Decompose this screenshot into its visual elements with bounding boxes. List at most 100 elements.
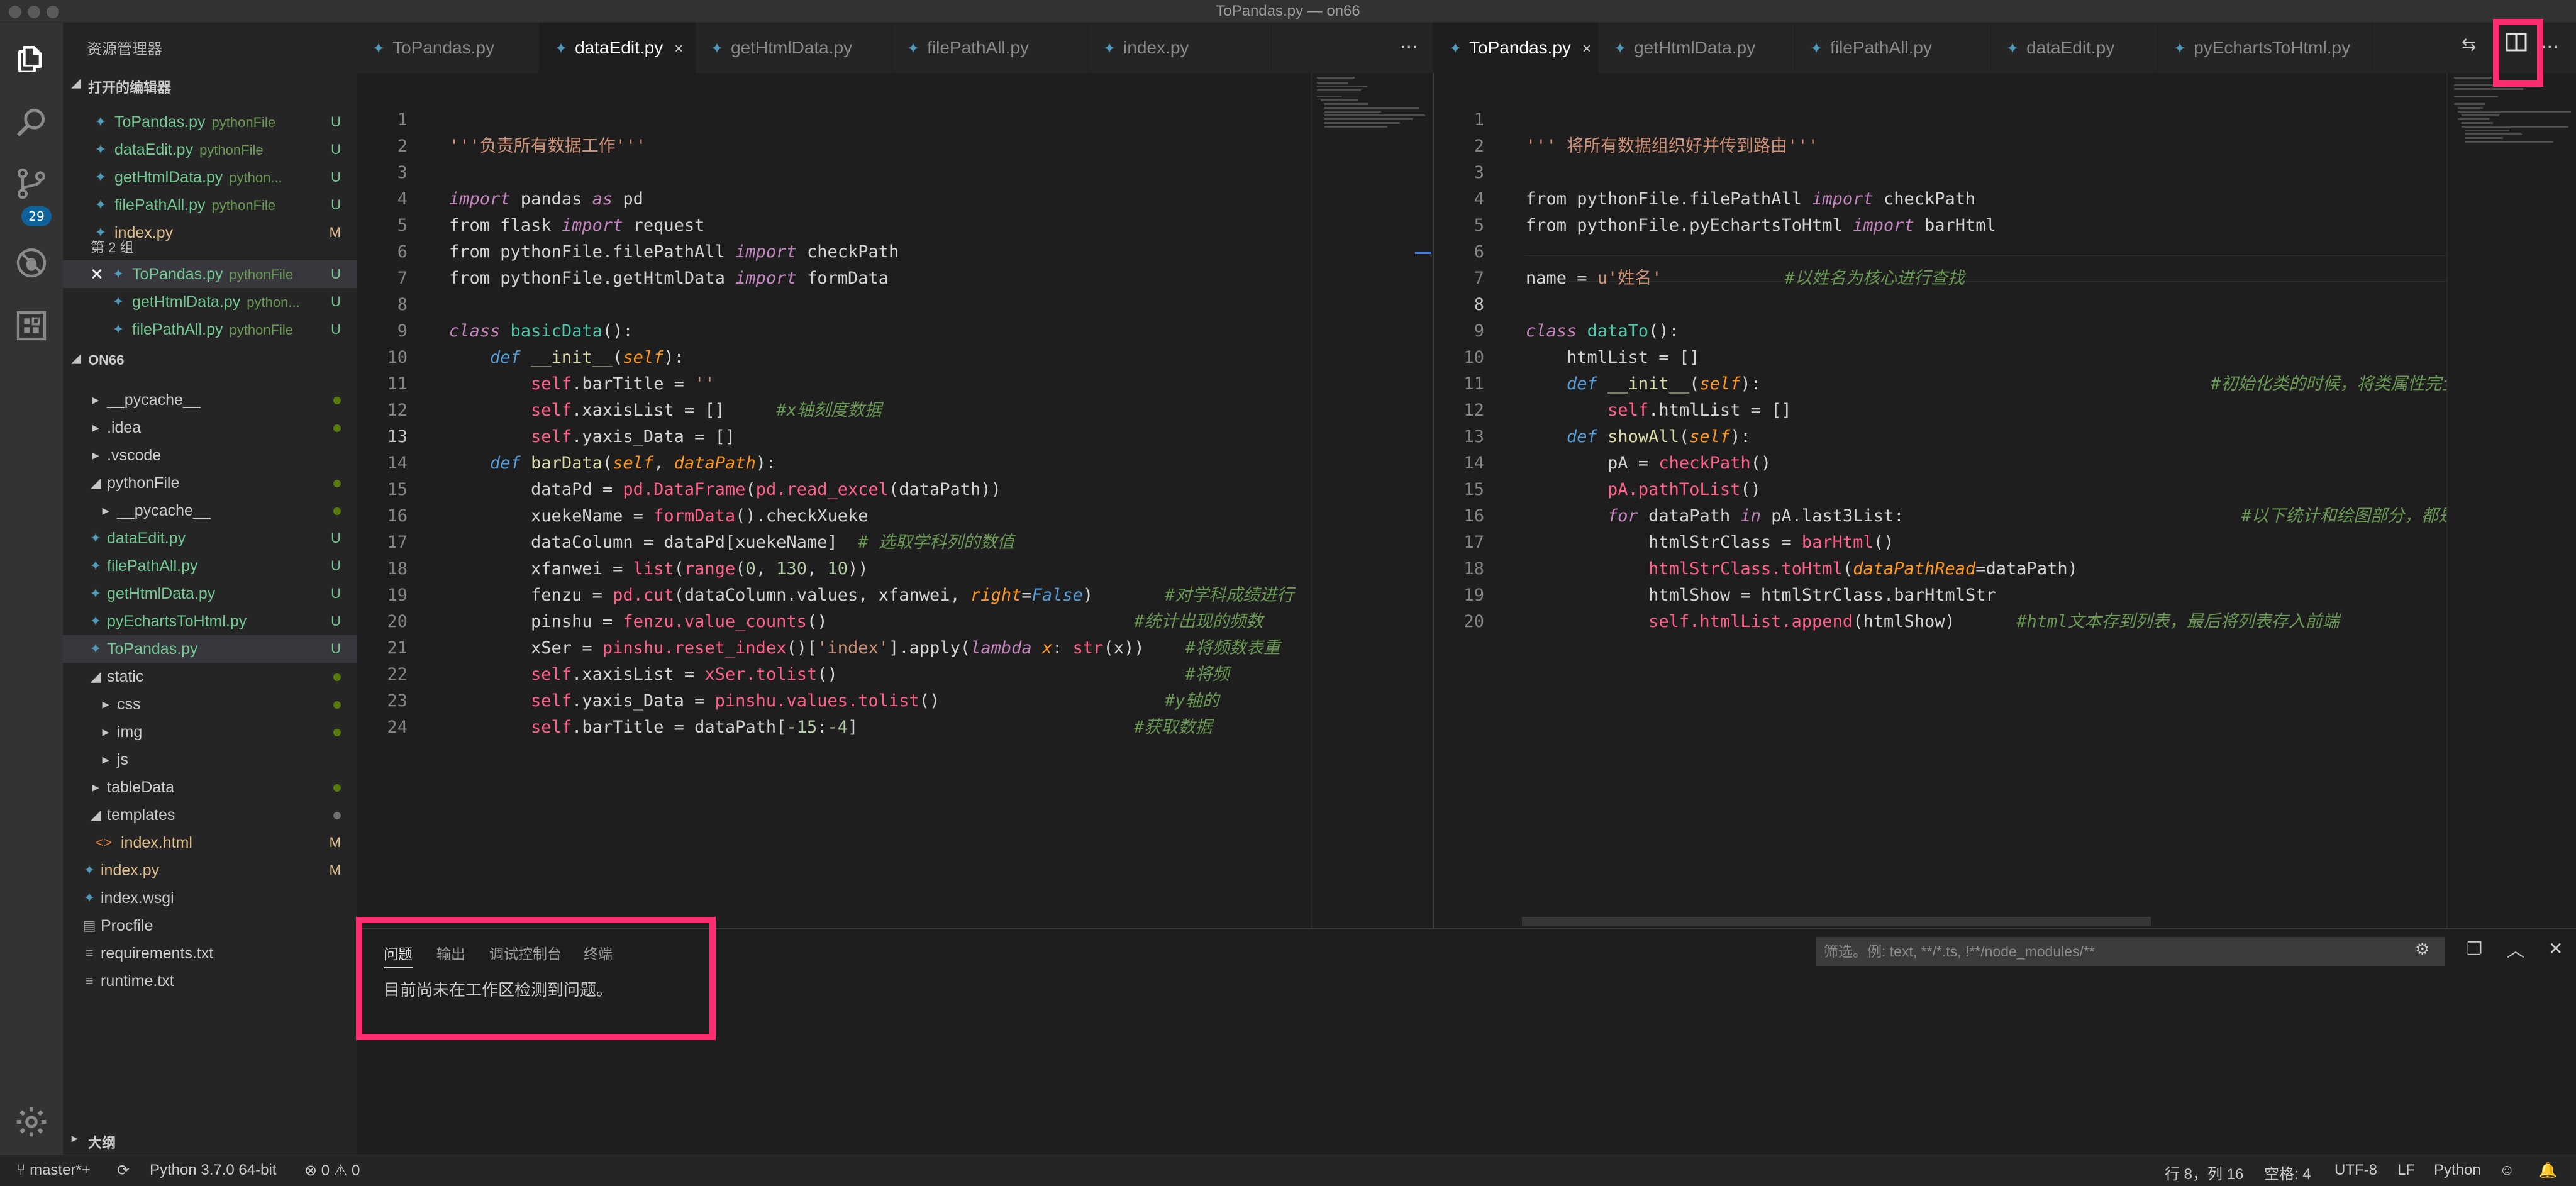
left-minimap[interactable] [1311, 73, 1433, 928]
project-section[interactable]: ◢ ON66 [63, 347, 357, 372]
editor-tab[interactable]: ✦ index.py [1088, 23, 1272, 73]
tab-close-icon[interactable]: × [1582, 40, 1591, 57]
editor-tab[interactable]: ✦ getHtmlData.py [696, 23, 892, 73]
tree-item[interactable]: ▸ tableData [63, 773, 357, 801]
tree-item[interactable]: ✦ dataEdit.py U [63, 524, 357, 552]
code-line: 10 def __init__(self): #初始化类的时候，将类属性完全清空 [1434, 318, 2446, 394]
problems-counter[interactable]: ⊗ 0 ⚠ 0 [304, 1161, 360, 1180]
left-code-editor[interactable]: 1 '''负责所有数据工作''' 2 3 import pandas as pd… [357, 73, 1311, 928]
code-line: 8 class basicData(): [357, 265, 1311, 341]
open-editor-item[interactable]: ✦ getHtmlData.py python... U [63, 163, 357, 191]
open-editor-item[interactable]: ✦ filePathAll.py pythonFile U [63, 316, 357, 343]
code-line: 11 self.xaxisList = [] #x轴刻度数据 [357, 345, 1311, 420]
tab-close-icon[interactable]: × [674, 40, 683, 57]
python-file-icon: ✦ [94, 169, 107, 185]
indentation[interactable]: 空格: 4 [2264, 1161, 2311, 1183]
tree-item[interactable]: ✦ pyEchartsToHtml.py U [63, 607, 357, 635]
close-icon[interactable]: ✕ [89, 260, 104, 288]
tree-item[interactable]: ▸ css [63, 690, 357, 718]
tree-item[interactable]: ▤ Procfile [63, 912, 357, 939]
tree-item[interactable]: ▸ __pycache__ [63, 386, 357, 414]
tree-item[interactable]: ▸ img [63, 718, 357, 746]
tree-item[interactable]: ◢ pythonFile [63, 469, 357, 497]
tree-item[interactable]: <> index.html M [63, 829, 357, 856]
open-editor-item[interactable]: ✦ dataEdit.py pythonFile U [63, 136, 357, 163]
tree-item[interactable]: ◢ static [63, 663, 357, 690]
open-editor-item[interactable]: ✦ getHtmlData.py python... U [63, 288, 357, 316]
python-interpreter[interactable]: Python 3.7.0 64-bit [150, 1161, 276, 1179]
editor-tab[interactable]: ✦ ToPandas.py × [1434, 23, 1599, 73]
status-dot [333, 397, 341, 404]
code-line: 10 self.barTitle = '' [357, 318, 1311, 394]
tree-item[interactable]: ✦ filePathAll.py U [63, 552, 357, 580]
open-changes-icon[interactable]: ⇆ [2462, 34, 2476, 55]
right-code-editor[interactable]: 1 ''' 将所有数据组织好并传到路由''' 2 3 from pythonFi… [1434, 73, 2446, 928]
git-branch[interactable]: ⑂ master*+ [16, 1161, 91, 1179]
python-file-icon: ✦ [1103, 40, 1116, 57]
tree-item[interactable]: ✦ ToPandas.py U [63, 635, 357, 663]
source-control-icon[interactable] [14, 166, 49, 201]
right-minimap[interactable] [2446, 73, 2576, 928]
editor-tab[interactable]: ✦ filePathAll.py [1795, 23, 1991, 73]
code-line: 14 pA.pathToList() [1434, 424, 2446, 499]
file-icon: ▤ [82, 917, 96, 933]
maximize-panel-icon[interactable]: ︿ [2507, 937, 2524, 962]
problems-filter-input[interactable]: 筛选。例: text, **/*.ts, !**/node_modules/** [1816, 937, 2445, 966]
debug-icon[interactable] [14, 245, 49, 280]
tree-item[interactable]: ≡ runtime.txt [63, 967, 357, 995]
horizontal-scrollbar[interactable] [1522, 917, 2151, 926]
chevron-right-icon: ▸ [102, 751, 109, 767]
encoding[interactable]: UTF-8 [2334, 1161, 2377, 1179]
tree-item[interactable]: ✦ getHtmlData.py U [63, 580, 357, 607]
group-2-label: 第 2 组 [91, 240, 134, 255]
tree-item[interactable]: ≡ requirements.txt [63, 939, 357, 967]
search-icon[interactable] [14, 104, 49, 140]
extensions-icon[interactable] [14, 308, 49, 343]
editor-tab[interactable]: ✦ pyEchartsToHtml.py [2158, 23, 2372, 73]
code-line: 6 name = u'姓名' #以姓名为核心进行查找 [1434, 213, 2446, 288]
editor-tab[interactable]: ✦ getHtmlData.py [1599, 23, 1795, 73]
editor-tab[interactable]: ✦ ToPandas.py [357, 23, 540, 73]
outline-section[interactable]: ▸ 大纲 [63, 1127, 357, 1152]
open-editor-item[interactable]: ✦ ToPandas.py pythonFile U [63, 108, 357, 136]
tree-item[interactable]: ▸ .idea [63, 414, 357, 441]
open-editor-item[interactable]: ✦ filePathAll.py pythonFile U [63, 191, 357, 219]
git-branch-icon: ⑂ [16, 1161, 30, 1178]
tree-item[interactable]: ▸ js [63, 746, 357, 773]
editor-tab[interactable]: ✦ dataEdit.py [1991, 23, 2158, 73]
sync-icon[interactable]: ⟳ [117, 1161, 130, 1180]
close-panel-icon[interactable]: ✕ [2548, 938, 2563, 959]
tree-item[interactable]: ✦ index.wsgi [63, 884, 357, 912]
collapse-all-icon[interactable]: ❐ [2467, 938, 2482, 959]
python-file-icon: ✦ [112, 266, 125, 282]
python-file-icon: ✦ [94, 114, 107, 130]
cursor-position[interactable]: 行 8，列 16 [2165, 1161, 2243, 1183]
python-file-icon: ✦ [2006, 40, 2019, 57]
end-of-line[interactable]: LF [2397, 1161, 2415, 1179]
left-more-actions-button[interactable]: ··· [1400, 23, 1418, 73]
code-line: 20 xSer = pinshu.reset_index()['index'].… [357, 582, 1311, 658]
status-dot [333, 812, 341, 819]
explorer-icon[interactable] [14, 42, 49, 77]
chevron-right-icon: ▸ [92, 779, 99, 795]
tree-item[interactable]: ▸ .vscode [63, 441, 357, 469]
editor-tab[interactable]: ✦ dataEdit.py × [540, 23, 696, 73]
window-title: ToPandas.py — on66 [1216, 3, 1360, 19]
open-editors-section[interactable]: ◢ 打开的编辑器 [63, 72, 357, 97]
feedback-icon[interactable]: ☺ [2499, 1161, 2515, 1179]
tree-item[interactable]: ▸ __pycache__ [63, 497, 357, 524]
code-line: 23 self.barTitle = dataPath[-15:-4] #获取数… [357, 662, 1311, 737]
tree-item[interactable]: ✦ index.py M [63, 856, 357, 884]
filter-settings-icon[interactable]: ⚙ [2415, 939, 2429, 959]
chevron-right-icon: ▸ [102, 696, 109, 712]
python-file-icon: ✦ [907, 40, 920, 57]
notifications-bell-icon[interactable]: 🔔 [2538, 1161, 2557, 1180]
settings-gear-icon[interactable] [14, 1104, 49, 1139]
tree-item[interactable]: ◢ templates [63, 801, 357, 829]
editor-tab[interactable]: ✦ filePathAll.py [892, 23, 1088, 73]
right-more-actions-button[interactable]: ··· [2541, 23, 2559, 73]
open-editor-item[interactable]: ✕ ✦ ToPandas.py pythonFile U [63, 260, 357, 288]
code-line: 3 from pythonFile.filePathAll import che… [1434, 133, 2446, 209]
minimap-scroll-marker [1415, 252, 1431, 254]
language-mode[interactable]: Python [2434, 1161, 2481, 1179]
